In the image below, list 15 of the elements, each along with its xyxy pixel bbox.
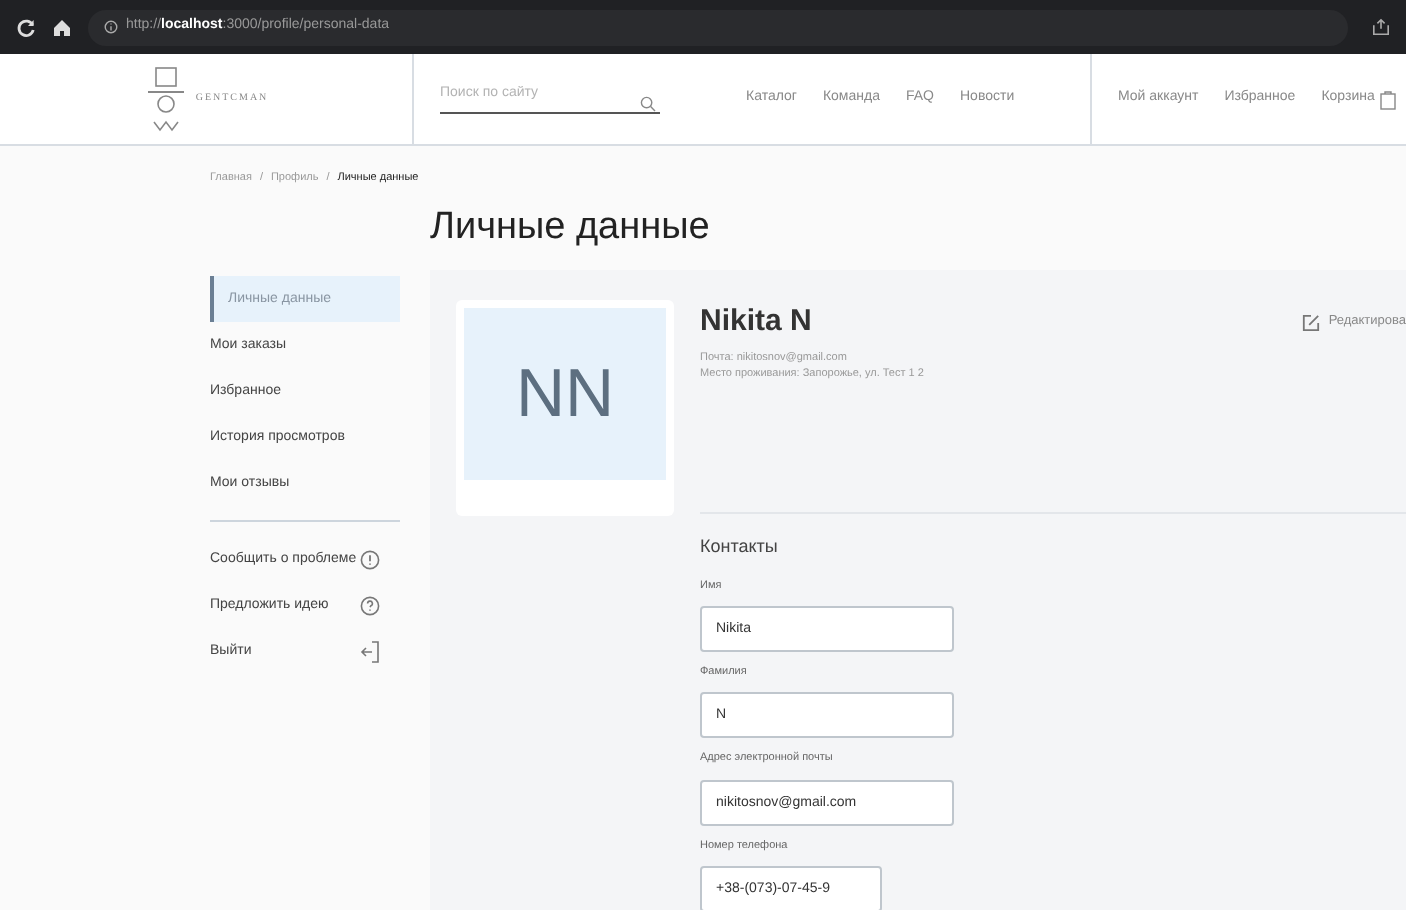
share-icon[interactable] xyxy=(1372,18,1390,36)
page-title: Личные данные xyxy=(430,206,712,251)
help-icon xyxy=(360,595,380,616)
logo-icon xyxy=(143,65,188,133)
section-title: Контакты xyxy=(700,534,780,561)
avatar: NN xyxy=(464,308,666,481)
profile-name: Nikita N xyxy=(700,304,812,341)
search-icon xyxy=(640,96,656,113)
alert-icon xyxy=(360,549,380,570)
reload-icon[interactable] xyxy=(16,17,36,37)
logout-icon xyxy=(360,639,380,664)
home-icon[interactable] xyxy=(52,17,72,37)
info-icon xyxy=(104,20,118,34)
edit-icon xyxy=(1302,313,1321,332)
bag-icon[interactable] xyxy=(1380,89,1397,109)
